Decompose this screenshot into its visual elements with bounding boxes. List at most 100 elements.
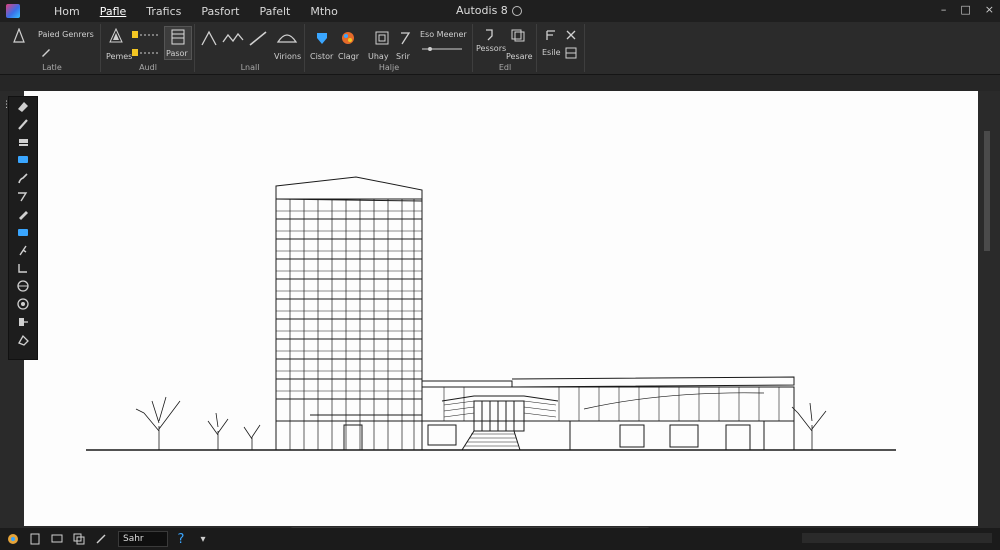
slider-icon[interactable]	[420, 44, 464, 54]
yellow-flag-icon-2[interactable]	[132, 48, 162, 58]
start-button[interactable]	[4, 532, 22, 546]
line-icon	[18, 192, 28, 202]
brush-icon	[18, 173, 28, 184]
pasor-button[interactable]: Pasor	[164, 26, 192, 60]
esile-button[interactable]: Esile	[542, 48, 561, 57]
ribbon-group-edl: Pessors Pesare Edl	[474, 24, 537, 72]
badge-icon	[18, 334, 29, 346]
font-general-button[interactable]: Paied Genrers	[38, 30, 94, 39]
monitor-icon	[51, 534, 63, 543]
menu-home[interactable]: Hom	[44, 5, 90, 18]
cistor-button[interactable]: Cistor	[310, 52, 333, 61]
menu-pafle[interactable]: Pafle	[90, 5, 137, 18]
dome-icon[interactable]	[276, 30, 298, 44]
wand-button[interactable]	[92, 532, 110, 546]
tool-brush[interactable]	[9, 169, 37, 187]
tool-globe[interactable]	[9, 277, 37, 295]
vertical-scrollbar[interactable]	[978, 91, 1000, 526]
menu-mtho[interactable]: Mtho	[300, 5, 348, 18]
ribbon-group-label: Halje	[378, 63, 400, 72]
menu-trafics[interactable]: Trafics	[136, 5, 191, 18]
clagr-button[interactable]: Clagr	[338, 52, 359, 61]
phone-button[interactable]	[26, 532, 44, 546]
status-progress-track	[802, 533, 992, 543]
pemes-button[interactable]: Pemes	[106, 52, 132, 61]
eso-meener-button[interactable]: Eso Meener	[420, 30, 467, 39]
shape-icon	[18, 229, 28, 236]
stack-icon[interactable]	[510, 28, 526, 42]
tool-lasso[interactable]	[9, 259, 37, 277]
tool-comment[interactable]	[9, 151, 37, 169]
ribbon-group-label: Latle	[42, 63, 62, 72]
maximize-button[interactable]: □	[960, 3, 970, 16]
cone-icon[interactable]	[12, 28, 26, 44]
pesare-button[interactable]: Pesare	[506, 52, 533, 61]
help-icon[interactable]: ?	[172, 532, 190, 547]
app-title-text: Autodis 8	[456, 4, 508, 17]
tool-layers[interactable]	[9, 133, 37, 151]
ribbon-group-audl: Pemes Pasor Audl	[102, 24, 195, 72]
slash-tool-icon[interactable]	[398, 30, 412, 46]
menu-pafelt[interactable]: Pafelt	[249, 5, 300, 18]
color-palette-icon[interactable]	[340, 30, 356, 46]
ribbon-group-label: Audl	[139, 63, 157, 72]
app-logo[interactable]	[6, 4, 20, 18]
title-bar: Hom Pafle Trafics Pasfort Pafelt Mtho Au…	[0, 0, 1000, 22]
pasor-label: Pasor	[166, 49, 188, 58]
minimize-button[interactable]: –	[941, 3, 947, 16]
phone-icon	[30, 533, 40, 545]
pencil-icon	[18, 119, 28, 130]
ribbon-group-label: Edl	[498, 63, 512, 72]
ribbon-group-styles: Esile	[538, 24, 585, 72]
building-icon	[171, 29, 185, 45]
pen-icon[interactable]	[40, 46, 52, 58]
command-input[interactable]: Sahr	[118, 531, 168, 547]
text-format-icon[interactable]	[544, 28, 558, 42]
close-button[interactable]: ×	[985, 3, 994, 16]
stack-button[interactable]	[70, 532, 88, 546]
dropdown-arrow-icon[interactable]: ▾	[194, 532, 212, 546]
tool-pen[interactable]	[9, 241, 37, 259]
building-elevation-drawing	[86, 176, 896, 451]
tool-circle[interactable]	[9, 295, 37, 313]
cross-tool-icon[interactable]	[564, 28, 578, 42]
ribbon-bottom-strip	[0, 75, 1000, 91]
line-tool-icon[interactable]	[248, 30, 268, 46]
yellow-flag-icon[interactable]	[132, 30, 162, 40]
circle-tool-icon	[17, 298, 29, 310]
status-bar: Sahr ? ▾	[0, 528, 1000, 550]
drawing-canvas[interactable]	[24, 91, 978, 526]
virions-button[interactable]: Virions	[274, 52, 301, 61]
vertical-scroll-thumb[interactable]	[984, 131, 990, 251]
tool-eraser[interactable]	[9, 97, 37, 115]
pessors-button[interactable]: Pessors	[476, 44, 506, 53]
palette-grip-icon[interactable]: ⋮	[2, 100, 11, 110]
pen-icon	[19, 245, 27, 256]
frame-icon[interactable]	[374, 30, 390, 46]
tool-line[interactable]	[9, 187, 37, 205]
uhay-button[interactable]: Uhay	[368, 52, 389, 61]
status-circle-icon	[511, 6, 522, 16]
menu-pasfort[interactable]: Pasfort	[191, 5, 249, 18]
menu-bar: Hom Pafle Trafics Pasfort Pafelt Mtho	[44, 5, 348, 18]
window-controls: – □ ×	[941, 3, 994, 16]
app-title: Autodis 8	[456, 4, 522, 17]
globe-icon	[17, 280, 29, 292]
ribbon-group-lnall: Virions Lnall	[196, 24, 305, 72]
tool-shape[interactable]	[9, 223, 37, 241]
tool-pencil[interactable]	[9, 115, 37, 133]
arch-icon[interactable]	[200, 30, 218, 46]
wave-icon[interactable]	[222, 32, 244, 44]
move-icon	[19, 318, 28, 326]
ribbon: Paied Genrers Latle Pemes Pasor Audl Vir…	[0, 22, 1000, 75]
tool-marker[interactable]	[9, 205, 37, 223]
start-icon	[8, 534, 18, 544]
hook-icon[interactable]	[482, 28, 496, 42]
grid-icon[interactable]	[564, 46, 578, 60]
blue-pen-icon[interactable]	[314, 30, 330, 46]
tool-move[interactable]	[9, 313, 37, 331]
triangle-tool-icon[interactable]	[108, 28, 124, 44]
tool-badge[interactable]	[9, 331, 37, 349]
monitor-button[interactable]	[48, 532, 66, 546]
srir-button[interactable]: Srir	[396, 52, 410, 61]
